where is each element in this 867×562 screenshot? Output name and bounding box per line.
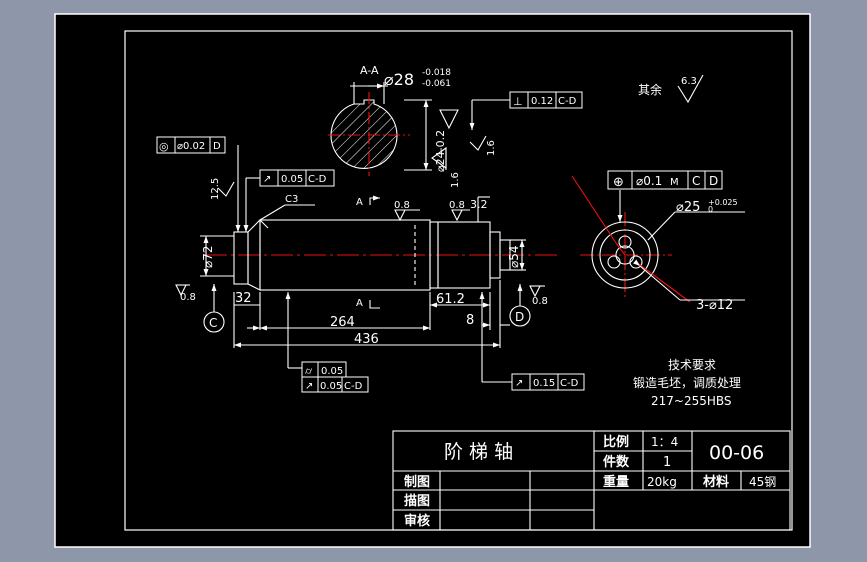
dia-72: ⌀72: [201, 246, 215, 269]
tb-scale-label: 比例: [603, 434, 629, 450]
remaining-roughness: 6.3: [681, 76, 697, 87]
drawing-canvas[interactable]: A-A ⌀28 -0.018 -0.061 ⌀24-0.2 ⊥ 0.12 C-D…: [0, 0, 867, 562]
tb-qty-label: 件数: [603, 454, 630, 470]
pos-modifier: M: [670, 177, 679, 188]
cyl-symbol: ⌭: [305, 366, 313, 377]
datum-d-label: D: [515, 310, 524, 324]
section-arrow-a-top: A: [356, 197, 363, 208]
roughness-label-8: 0.8: [532, 296, 548, 307]
conc-datum: D: [213, 141, 221, 152]
tech-title: 技术要求: [668, 358, 716, 372]
tb-weight-label: 重量: [603, 474, 629, 490]
perp-symbol: ⊥: [513, 95, 523, 108]
roughness-label-5: 0.8: [449, 200, 465, 211]
tb-drawing-no: 00-06: [709, 442, 764, 464]
dim-264: 264: [330, 315, 355, 330]
conc-tol: ⌀0.02: [177, 141, 205, 152]
pos-symbol: ⊕: [613, 175, 624, 190]
datum-c-label: C: [209, 316, 217, 330]
pos-tol: ⌀0.1: [636, 174, 662, 188]
dia-25-tol-low: 0: [708, 205, 713, 214]
drawing-background: [54, 13, 811, 548]
conc-symbol: ◎: [159, 140, 169, 153]
roughness-label-3: 1.6: [486, 140, 497, 156]
section-dia: ⌀28: [384, 70, 414, 89]
dia-54: ⌀54: [507, 246, 521, 269]
runout2-datum: C-D: [344, 381, 363, 392]
runout3-tol: 0.15: [533, 378, 555, 389]
dim-8: 8: [466, 313, 474, 328]
dim-61-2: 61.2: [436, 292, 465, 307]
section-tol-upper: -0.018: [422, 68, 451, 78]
tb-qty-value: 1: [663, 455, 671, 470]
chamfer-label: C3: [285, 194, 298, 205]
keyway-depth: ⌀24-0.2: [434, 130, 447, 172]
tech-line-1: 锻造毛坯，调质处理: [633, 376, 741, 390]
runout-tol: 0.05: [281, 174, 303, 185]
tb-part-name: 阶 梯 轴: [444, 441, 513, 463]
roughness-label-2: 1.6: [450, 172, 461, 188]
runout2-tol: 0.05: [320, 381, 342, 392]
runout3-symbol: ↗: [515, 378, 523, 389]
cyl-tol: 0.05: [321, 366, 343, 377]
perp-tol: 0.12: [531, 96, 553, 107]
dia-25: ⌀25: [676, 200, 700, 215]
tb-drawn-label: 制图: [404, 474, 430, 490]
section-arrow-a-bottom: A: [356, 298, 363, 309]
section-label: A-A: [360, 64, 379, 77]
tb-material-value: 45钢: [749, 475, 776, 489]
runout2-symbol: ↗: [305, 381, 313, 392]
dim-32: 32: [235, 291, 252, 306]
tb-traced-label: 描图: [404, 493, 430, 509]
pos-datum-d: D: [709, 174, 718, 188]
roughness-label-1: 12.5: [210, 178, 221, 200]
pos-datum-c: C: [692, 174, 700, 188]
tech-line-2: 217~255HBS: [651, 394, 732, 408]
roughness-label-4: 0.8: [394, 200, 410, 211]
cad-viewport[interactable]: A-A ⌀28 -0.018 -0.061 ⌀24-0.2 ⊥ 0.12 C-D…: [0, 0, 867, 562]
runout-symbol: ↗: [263, 174, 271, 185]
perp-datum: C-D: [558, 96, 577, 107]
dim-436: 436: [354, 332, 379, 347]
runout3-datum: C-D: [560, 378, 579, 389]
section-tol-lower: -0.061: [422, 79, 451, 89]
roughness-label-6: 3.2: [470, 198, 488, 211]
tb-checked-label: 审核: [404, 513, 430, 529]
holes-label: 3-⌀12: [696, 298, 733, 313]
runout-datum: C-D: [308, 174, 327, 185]
roughness-label-7: 0.8: [180, 292, 196, 303]
remaining-label: 其余: [638, 82, 662, 97]
tb-weight-value: 20kg: [647, 475, 677, 489]
tb-scale-value: 1：4: [651, 435, 678, 449]
tb-material-label: 材料: [703, 474, 729, 490]
